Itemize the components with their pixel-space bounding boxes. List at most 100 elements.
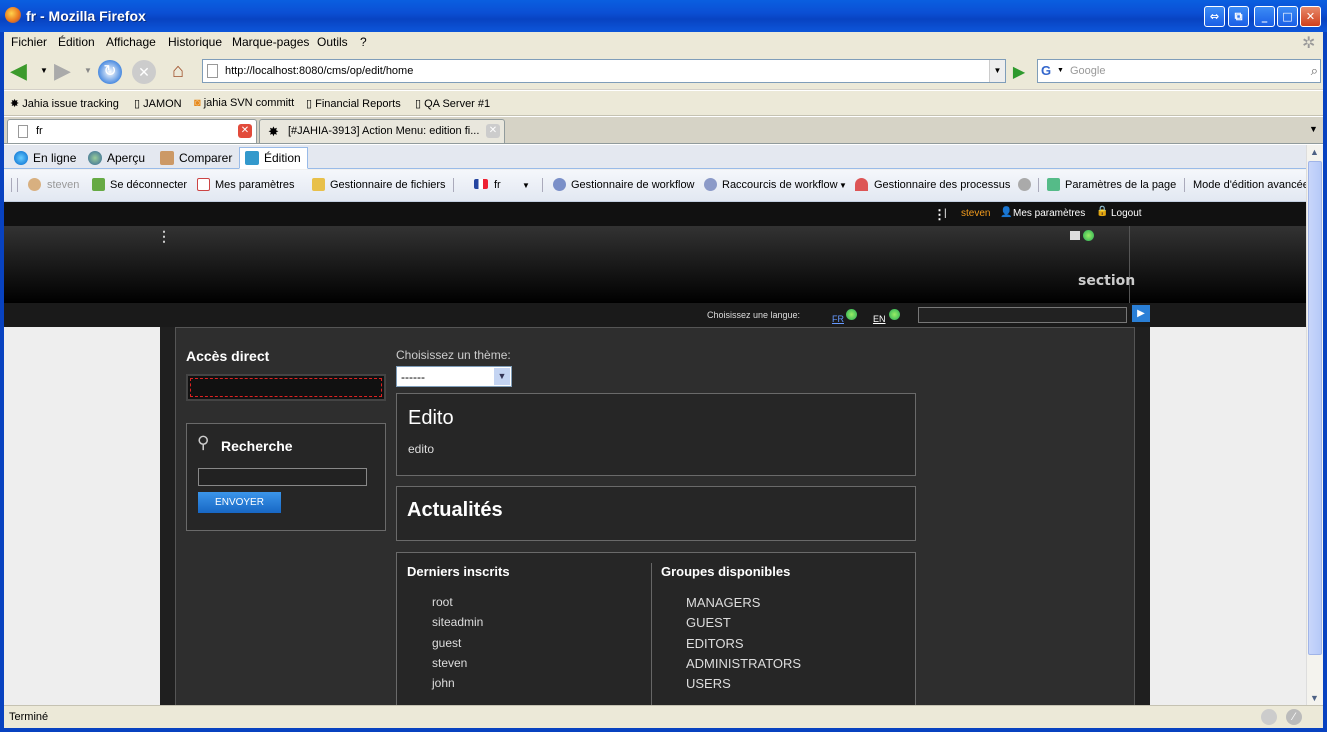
group-link[interactable]: GUEST: [686, 615, 731, 630]
magnifier-icon[interactable]: ⌕: [1311, 63, 1318, 79]
language-en-link[interactable]: EN: [873, 314, 886, 324]
bookmark-jamon[interactable]: ▯ JAMON: [134, 97, 182, 110]
search-bar[interactable]: G ▼ Google ⌕: [1037, 59, 1321, 83]
header-search-input[interactable]: [918, 307, 1127, 323]
site-logout-link[interactable]: Logout: [1111, 208, 1142, 219]
language-dropdown-icon[interactable]: ▼: [522, 181, 530, 190]
language-select[interactable]: fr: [494, 179, 501, 191]
member-link[interactable]: siteadmin: [432, 615, 483, 629]
member-link[interactable]: steven: [432, 656, 467, 670]
status-bar: Terminé ⁄: [4, 705, 1323, 728]
close-tab-icon[interactable]: ✕: [238, 124, 252, 138]
go-icon[interactable]: ▶: [1009, 62, 1029, 82]
settings-link[interactable]: Mes paramètres: [215, 179, 294, 191]
menu-historique[interactable]: Historique: [168, 35, 222, 49]
menu-fichier[interactable]: Fichier: [11, 35, 47, 49]
separator: [453, 178, 454, 192]
status-green-icon: [1083, 230, 1094, 241]
menu-marque-pages[interactable]: Marque-pages: [232, 35, 309, 49]
forward-icon[interactable]: ▶: [54, 60, 78, 84]
file-manager-icon: [312, 178, 325, 191]
page-icon: ▯: [134, 98, 144, 110]
window-extra-icon[interactable]: ⧉: [1228, 6, 1249, 27]
tab-apercu[interactable]: Aperçu: [82, 147, 152, 169]
bookmark-jahia-issue-tracking[interactable]: ✸ Jahia issue tracking: [10, 97, 119, 110]
language-prompt: Choisissez une langue:: [707, 310, 801, 320]
search-input[interactable]: Google: [1070, 65, 1105, 77]
stop-icon[interactable]: ✕: [132, 60, 156, 84]
language-fr-link[interactable]: FR: [832, 314, 844, 324]
forward-dropdown-icon[interactable]: ▼: [84, 66, 92, 75]
reload-icon[interactable]: ↻: [98, 60, 122, 84]
workflow-dropdown-icon[interactable]: ▼: [839, 181, 847, 190]
header-search-go-icon[interactable]: ▶: [1132, 305, 1150, 322]
status-indicator-icon: [1261, 709, 1277, 725]
process-manager-icon: [855, 178, 868, 191]
restore-tabs-icon[interactable]: ⇔: [1204, 6, 1225, 27]
search-title: Recherche: [221, 438, 293, 454]
page-settings-link[interactable]: Paramètres de la page: [1065, 179, 1176, 191]
tab-edition[interactable]: Édition: [239, 147, 308, 169]
group-link[interactable]: EDITORS: [686, 636, 744, 651]
site-settings-link[interactable]: Mes paramètres: [1013, 208, 1085, 219]
chevron-down-icon[interactable]: ▼: [494, 368, 510, 385]
workflow-manager-link[interactable]: Gestionnaire de workflow: [571, 179, 695, 191]
member-link[interactable]: john: [432, 676, 455, 690]
close-tab-icon[interactable]: ✕: [486, 124, 500, 138]
scroll-up-icon[interactable]: ▲: [1310, 147, 1319, 157]
direct-access-box[interactable]: [186, 374, 386, 401]
close-button[interactable]: ✕: [1300, 6, 1321, 27]
back-dropdown-icon[interactable]: ▼: [40, 66, 48, 75]
user-icon: 👤: [1000, 207, 1013, 218]
window-title: fr - Mozilla Firefox: [26, 8, 146, 24]
back-icon[interactable]: ◀: [10, 60, 34, 84]
bookmark-financial-reports[interactable]: ▯ Financial Reports: [306, 97, 401, 110]
menu-help[interactable]: ?: [360, 35, 367, 49]
edit-icon[interactable]: [1070, 231, 1080, 240]
url-dropdown-icon[interactable]: ▼: [989, 60, 1005, 82]
window-title-bar[interactable]: fr - Mozilla Firefox ⇔ ⧉ _ □ ✕: [0, 0, 1327, 32]
group-link[interactable]: ADMINISTRATORS: [686, 656, 801, 671]
tab-en-ligne[interactable]: En ligne: [8, 147, 83, 169]
group-link[interactable]: MANAGERS: [686, 595, 760, 610]
member-link[interactable]: guest: [432, 636, 461, 650]
search-input[interactable]: [198, 468, 367, 486]
member-link[interactable]: root: [432, 595, 453, 609]
tab-comparer[interactable]: Comparer: [154, 147, 239, 169]
tab-jahia-3913[interactable]: ✸ [#JAHIA-3913] Action Menu: edition fi.…: [259, 119, 505, 143]
home-icon[interactable]: ⌂: [166, 60, 190, 84]
tab-fr[interactable]: fr ✕: [7, 119, 257, 143]
minimize-button[interactable]: _: [1254, 6, 1275, 27]
page-icon: ▯: [306, 98, 316, 110]
vertical-scrollbar[interactable]: ▲ ▼: [1306, 145, 1323, 705]
gear-icon[interactable]: [1018, 178, 1031, 191]
menu-edition[interactable]: Édition: [58, 35, 95, 49]
menu-affichage[interactable]: Affichage: [106, 35, 156, 49]
menu-bar: Fichier Édition Affichage Historique Mar…: [4, 32, 1323, 52]
group-link[interactable]: USERS: [686, 676, 731, 691]
page-icon: [18, 125, 28, 138]
workflow-shortcuts-menu[interactable]: Raccourcis de workflow: [722, 179, 838, 191]
file-manager-link[interactable]: Gestionnaire de fichiers: [330, 179, 446, 191]
drag-handle-icon[interactable]: ⋮: [157, 228, 171, 245]
column-divider: [651, 563, 652, 705]
toolbar-user: steven: [47, 179, 80, 191]
theme-select[interactable]: ------ ▼: [396, 366, 512, 387]
workflow-icon: [553, 178, 566, 191]
bookmark-qa-server[interactable]: ▯ QA Server #1: [415, 97, 490, 110]
google-icon[interactable]: G: [1041, 63, 1055, 79]
menu-outils[interactable]: Outils: [317, 35, 348, 49]
search-engine-dropdown-icon[interactable]: ▼: [1057, 67, 1064, 74]
page-content: En ligne Aperçu Comparer Édition steven …: [4, 145, 1306, 705]
scroll-down-icon[interactable]: ▼: [1310, 693, 1319, 703]
process-manager-link[interactable]: Gestionnaire des processus: [874, 179, 1010, 191]
search-submit-button[interactable]: ENVOYER: [198, 492, 281, 513]
maximize-button[interactable]: □: [1277, 6, 1298, 27]
scrollbar-thumb[interactable]: [1308, 161, 1322, 655]
logout-link[interactable]: Se déconnecter: [110, 179, 187, 191]
url-bar[interactable]: http://localhost:8080/cms/op/edit/home ▼: [202, 59, 1006, 83]
bookmark-svn[interactable]: ◙ jahia SVN committ: [194, 97, 294, 109]
site-user[interactable]: steven: [961, 208, 990, 219]
advanced-edit-mode-link[interactable]: Mode d'édition avancée: [1193, 179, 1306, 191]
tab-list-icon[interactable]: ▼: [1309, 124, 1318, 134]
